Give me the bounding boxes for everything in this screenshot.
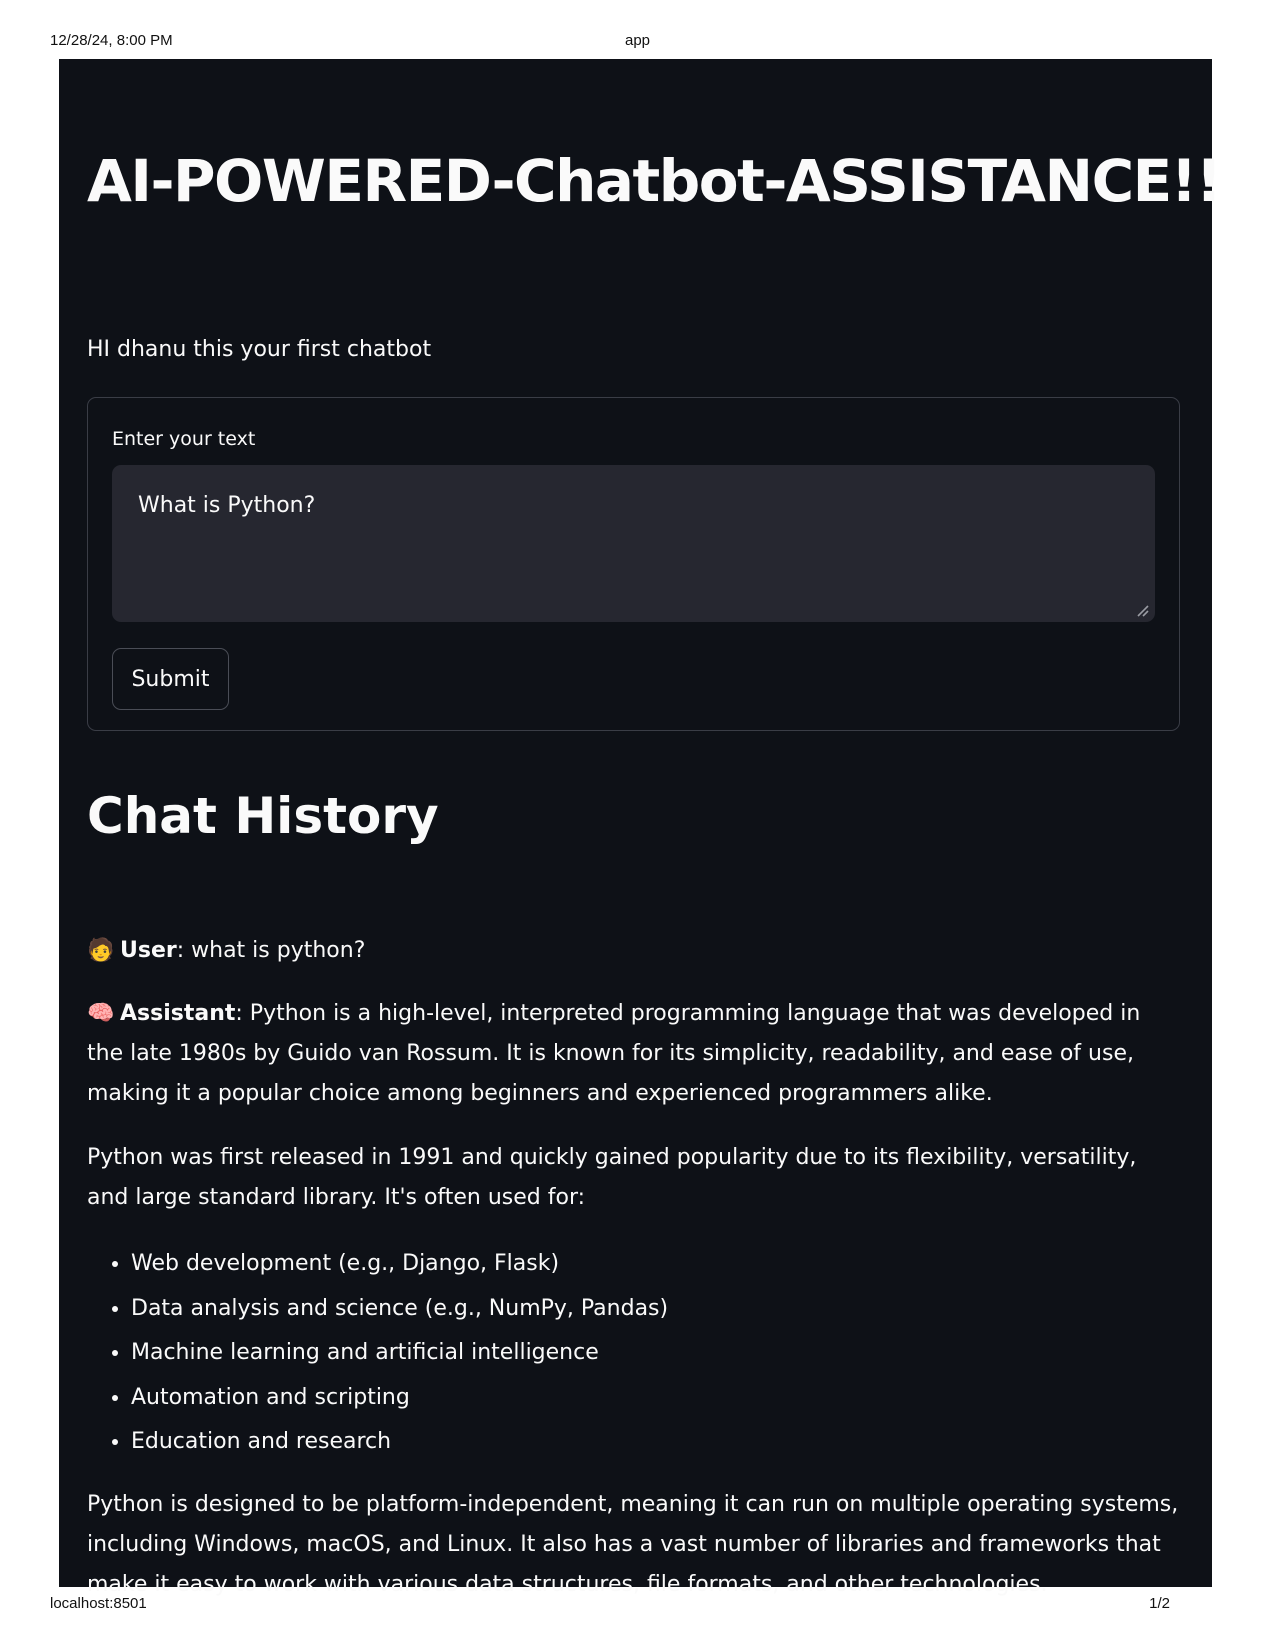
list-item: Automation and scripting [131,1376,1180,1421]
submit-button[interactable]: Submit [112,648,229,710]
user-message: 🧑 User: what is python? [87,931,1180,971]
user-message-text: : what is python? [176,938,366,963]
chat-form: Enter your text What is Python? Submit [87,397,1180,731]
app-caption: HI dhanu this your first chatbot [87,337,432,362]
print-footer: localhost:8501 1/2 [0,1595,1275,1615]
chat-input-value: What is Python? [138,493,316,518]
assistant-paragraph-2: Python was first released in 1991 and qu… [87,1145,1137,1210]
list-item: Education and research [131,1420,1180,1465]
chat-history-heading: Chat History [87,787,439,845]
app-title: AI-POWERED-Chatbot-ASSISTANCE!! [87,147,1222,215]
chat-input-textarea[interactable]: What is Python? [112,465,1155,622]
uses-list: Web development (e.g., Django, Flask) Da… [87,1242,1180,1465]
print-url: localhost:8501 [50,1595,147,1612]
print-header: 12/28/24, 8:00 PM app [0,32,1275,52]
user-emoji-icon: 🧑 [87,938,115,963]
assistant-paragraph-1: 🧠 Assistant: Python is a high-level, int… [87,994,1180,1114]
resize-handle-icon[interactable] [1135,603,1149,617]
print-page-number: 1/2 [1149,1595,1170,1612]
user-role-label: User [120,938,177,963]
input-label: Enter your text [112,428,256,450]
print-page-title: app [624,32,651,49]
list-item: Machine learning and artificial intellig… [131,1331,1180,1376]
assistant-role-label: Assistant [120,1001,236,1026]
assistant-paragraph-3: Python is designed to be platform-indepe… [87,1491,1179,1597]
list-item: Web development (e.g., Django, Flask) [131,1242,1180,1287]
assistant-intro-text: : Python is a high-level, interpreted pr… [87,1001,1141,1106]
app-container: AI-POWERED-Chatbot-ASSISTANCE!! HI dhanu… [59,59,1222,1597]
assistant-emoji-icon: 🧠 [87,1001,115,1026]
list-item: Data analysis and science (e.g., NumPy, … [131,1287,1180,1332]
assistant-message: 🧠 Assistant: Python is a high-level, int… [87,994,1180,1629]
